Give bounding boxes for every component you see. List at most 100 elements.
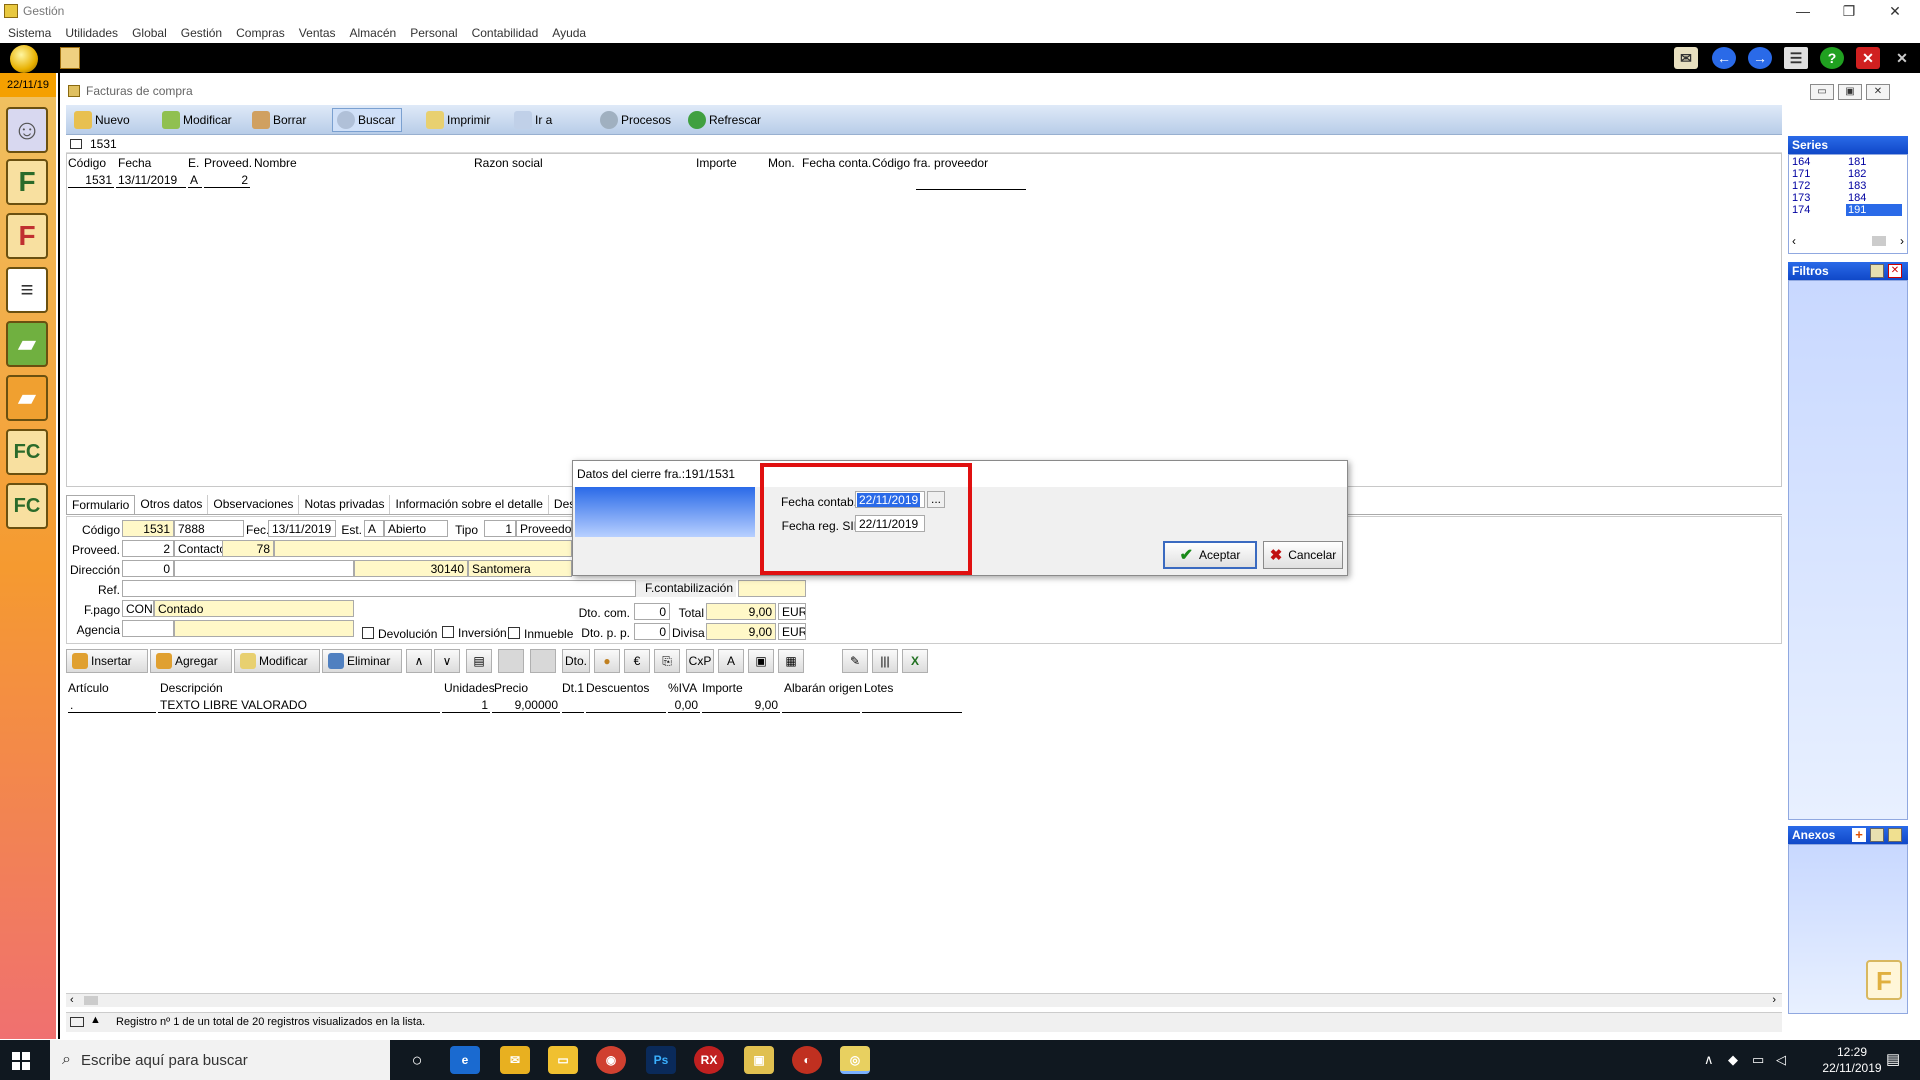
col-razon-social[interactable]: Razon social (474, 156, 543, 170)
subwindow-maximize-button[interactable]: ▣ (1838, 84, 1862, 100)
procesos-button[interactable]: Procesos (596, 108, 677, 132)
col-precio[interactable]: Precio (494, 681, 528, 695)
col-importe-linea[interactable]: Importe (702, 681, 743, 695)
barcode-icon[interactable]: ||| (872, 649, 898, 673)
col-lotes[interactable]: Lotes (864, 681, 893, 695)
cell-iva[interactable]: 0,00 (668, 698, 700, 713)
notifications-icon[interactable]: ▤ (1886, 1050, 1900, 1068)
contacto-field[interactable]: 78 (222, 540, 274, 557)
borrar-button[interactable]: Borrar (248, 108, 312, 132)
aceptar-button[interactable]: ✔ Aceptar (1163, 541, 1257, 569)
dto-button[interactable]: Dto. (562, 649, 590, 673)
move-down-button[interactable]: ∨ (434, 649, 460, 673)
menu-ventas[interactable]: Ventas (299, 26, 336, 40)
users-icon[interactable]: ☺ (6, 107, 48, 153)
eliminar-button[interactable]: Eliminar (322, 649, 402, 673)
list-item[interactable]: 173 184 (1790, 192, 1906, 204)
cell-descuentos[interactable] (586, 698, 666, 713)
dto-com-field[interactable]: 0 (634, 603, 670, 620)
col-proveed[interactable]: Proveed. (204, 156, 252, 170)
blank-button[interactable] (498, 649, 524, 673)
cancelar-button[interactable]: ✖ Cancelar (1263, 541, 1343, 569)
taskbar-search[interactable]: ⌕ Escribe aquí para buscar (50, 1040, 390, 1080)
copy-icon[interactable]: ⎘ (654, 649, 680, 673)
filter-settings-icon[interactable] (1870, 264, 1884, 278)
cell-fecha[interactable]: 13/11/2019 (116, 173, 186, 188)
close-button[interactable]: ✕ (1872, 0, 1918, 22)
menu-utilidades[interactable]: Utilidades (65, 26, 118, 40)
record-search-value[interactable]: 1531 (90, 137, 117, 151)
col-nombre[interactable]: Nombre (254, 156, 297, 170)
cell-codigo-fra[interactable] (916, 175, 1026, 190)
table-row[interactable]: . TEXTO LIBRE VALORADO 1 9,00000 0,00 9,… (66, 698, 966, 714)
cell-articulo[interactable]: . (68, 698, 156, 713)
calc-icon[interactable]: ▦ (778, 649, 804, 673)
inmueble-checkbox[interactable] (508, 627, 520, 639)
globe-icon[interactable] (10, 45, 38, 73)
col-articulo[interactable]: Artículo (68, 681, 109, 695)
box-icon[interactable]: ▣ (748, 649, 774, 673)
facturas-icon[interactable]: F (6, 159, 48, 205)
series-scrollbar[interactable]: ‹ › (1788, 234, 1908, 248)
facturas-compra-icon[interactable]: F (6, 213, 48, 259)
rx-icon[interactable]: RX (694, 1046, 724, 1074)
list-item[interactable]: 174 191 (1790, 204, 1906, 216)
menu-almacen[interactable]: Almacén (350, 26, 397, 40)
windows-start-icon[interactable] (12, 1052, 30, 1070)
tab-observaciones[interactable]: Observaciones (208, 495, 300, 514)
add-anexo-icon[interactable]: + (1852, 828, 1866, 842)
col-albaran[interactable]: Albarán origen (784, 681, 862, 695)
note-icon[interactable]: ✎ (842, 649, 868, 673)
tab-formulario[interactable]: Formulario (66, 495, 136, 514)
coins-icon[interactable]: ● (594, 649, 620, 673)
col-dt1[interactable]: Dt.1 (562, 681, 584, 695)
scroll-thumb[interactable] (1872, 236, 1886, 246)
cell-unidades[interactable]: 1 (442, 698, 490, 713)
table-row[interactable]: 1531 13/11/2019 A 2 (66, 173, 1026, 190)
direccion-field[interactable]: 0 (122, 560, 174, 577)
cell-dt1[interactable] (562, 698, 584, 713)
anexo-folder-icon[interactable] (1888, 828, 1902, 842)
scroll-thumb[interactable] (84, 996, 98, 1005)
gestion-app-icon[interactable]: ▣ (744, 1046, 774, 1074)
menu-compras[interactable]: Compras (236, 26, 285, 40)
network-icon[interactable]: ▭ (1752, 1052, 1764, 1068)
col-descuentos[interactable]: Descuentos (586, 681, 649, 695)
col-unidades[interactable]: Unidades (444, 681, 495, 695)
col-descripcion[interactable]: Descripción (160, 681, 223, 695)
col-codigo[interactable]: Código (68, 156, 106, 170)
gestion-active-icon[interactable]: ◎ (840, 1046, 870, 1074)
photoshop-icon[interactable]: Ps (646, 1046, 676, 1074)
scroll-right-icon[interactable]: › (1772, 994, 1776, 1006)
tray-chevron-icon[interactable]: ∧ (1704, 1052, 1714, 1068)
edge-icon[interactable]: e (450, 1046, 480, 1074)
minimize-button[interactable]: — (1780, 0, 1826, 22)
menu-lines-icon[interactable]: ☰ (1784, 47, 1808, 69)
restore-button[interactable]: ❐ (1826, 0, 1872, 22)
subwindow-close-button[interactable]: ✕ (1866, 84, 1890, 100)
col-fecha-conta[interactable]: Fecha conta. (802, 156, 871, 170)
scroll-left-icon[interactable]: ‹ (1792, 234, 1796, 248)
folder-icon[interactable]: ▭ (548, 1046, 578, 1074)
collapse-icon[interactable]: ▲ (90, 1014, 101, 1026)
shopping-bag-icon[interactable]: ▰ (6, 321, 48, 367)
codigo2-field[interactable]: 7888 (174, 520, 244, 537)
tipo-field[interactable]: 1 (484, 520, 516, 537)
refrescar-button[interactable]: Refrescar (684, 108, 767, 132)
horizontal-scrollbar[interactable]: ‹ › (66, 993, 1782, 1007)
subwindow-minimize-button[interactable]: ▭ (1810, 84, 1834, 100)
col-fecha[interactable]: Fecha (118, 156, 151, 170)
devolucion-checkbox[interactable] (362, 627, 374, 639)
fpago-code-field[interactable]: CON (122, 600, 154, 617)
menu-contabilidad[interactable]: Contabilidad (472, 26, 539, 40)
blank-button-2[interactable] (530, 649, 556, 673)
inversion-checkbox[interactable] (442, 626, 454, 638)
cxp-button[interactable]: CxP (686, 649, 714, 673)
mail-icon[interactable]: ✉ (1674, 47, 1698, 69)
document-icon[interactable]: ▤ (466, 649, 492, 673)
cell-lotes[interactable] (862, 698, 962, 713)
clock[interactable]: 12:29 22/11/2019 (1812, 1044, 1892, 1076)
fc-icon-2[interactable]: FC (6, 483, 48, 529)
cell-albaran[interactable] (782, 698, 860, 713)
scroll-right-icon[interactable]: › (1900, 234, 1904, 248)
